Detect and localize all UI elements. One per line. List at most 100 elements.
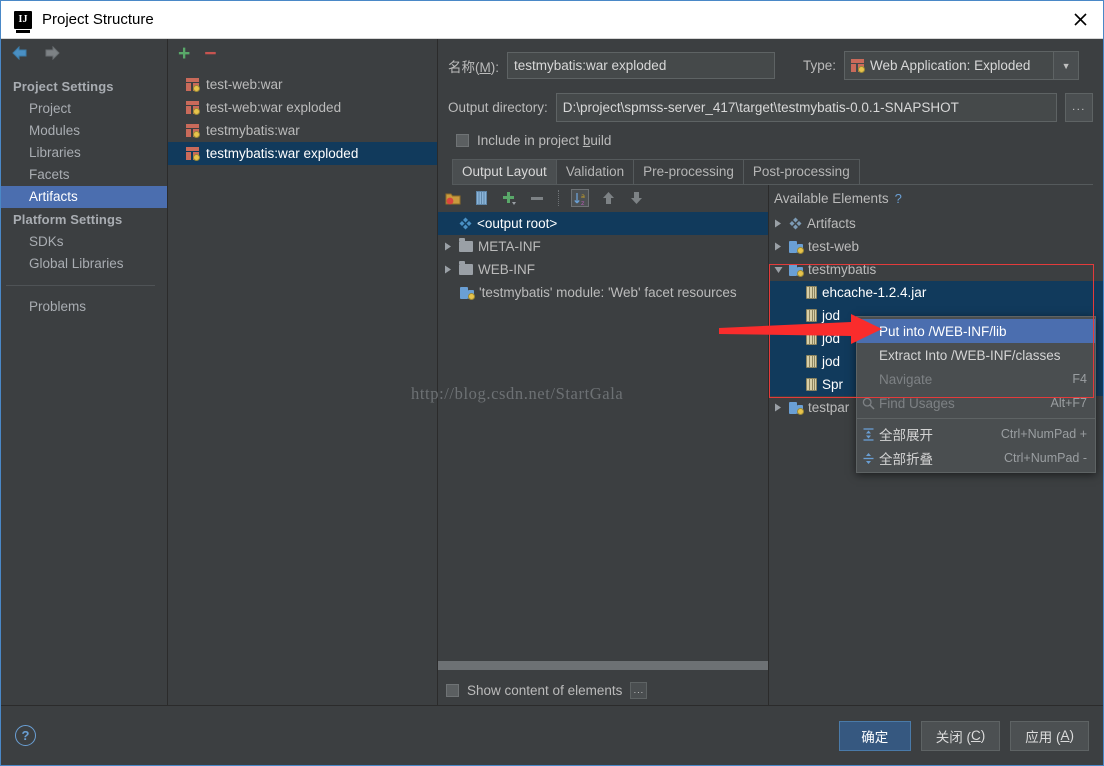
add-directory-button[interactable]	[444, 189, 462, 207]
triangle-right-icon	[775, 403, 781, 412]
artifact-name-input[interactable]: testmybatis:war exploded	[507, 52, 775, 79]
artifact-item[interactable]: testmybatis:war	[168, 119, 437, 142]
sidebar-item-problems[interactable]: Problems	[1, 296, 167, 318]
menu-item-collapse-all[interactable]: 全部折叠 Ctrl+NumPad -	[857, 446, 1095, 470]
expand-collapse-twisty[interactable]	[442, 265, 454, 274]
scrollbar-track[interactable]	[438, 661, 768, 670]
horizontal-scrollbar[interactable]	[438, 661, 768, 675]
move-down-button[interactable]	[627, 189, 645, 207]
sidebar-item-sdks[interactable]: SDKs	[1, 231, 167, 253]
help-button[interactable]: ?	[15, 725, 36, 746]
expand-collapse-twisty[interactable]	[772, 242, 784, 251]
minus-icon	[531, 197, 543, 200]
menu-item-shortcut: Ctrl+NumPad -	[1003, 451, 1087, 465]
menu-item-navigate[interactable]: Navigate F4	[857, 367, 1095, 391]
add-element-button[interactable]	[500, 189, 518, 207]
expand-collapse-twisty[interactable]	[442, 242, 454, 251]
artifact-item[interactable]: test-web:war exploded	[168, 96, 437, 119]
include-in-build-row[interactable]: Include in project build	[448, 133, 1093, 148]
module-icon	[460, 286, 475, 300]
sidebar-item-facets[interactable]: Facets	[1, 164, 167, 186]
collapse-all-icon	[861, 451, 875, 465]
artifact-item-selected[interactable]: testmybatis:war exploded	[168, 142, 437, 165]
tree-node-label: jod	[822, 331, 841, 346]
add-archive-button[interactable]	[472, 189, 490, 207]
chevron-down-icon[interactable]: ▼	[1053, 52, 1079, 79]
artifact-item-label: test-web:war exploded	[206, 100, 342, 115]
menu-item-put-into-web-inf-lib[interactable]: Put into /WEB-INF/lib	[857, 319, 1095, 343]
tree-node-testmybatis[interactable]: testmybatis	[768, 258, 1103, 281]
arrow-up-icon	[602, 192, 614, 204]
sidebar-item-modules[interactable]: Modules	[1, 120, 167, 142]
remove-artifact-button[interactable]: −	[204, 43, 216, 64]
artifact-item-label: testmybatis:war exploded	[206, 146, 359, 161]
sidebar-item-libraries[interactable]: Libraries	[1, 142, 167, 164]
tab-output-layout[interactable]: Output Layout	[452, 159, 557, 184]
show-content-checkbox[interactable]	[446, 683, 459, 697]
tree-node-meta-inf[interactable]: META-INF	[438, 235, 768, 258]
tab-post-processing[interactable]: Post-processing	[742, 159, 860, 184]
remove-element-button[interactable]	[528, 189, 546, 207]
sidebar-item-artifacts[interactable]: Artifacts	[1, 186, 167, 208]
show-content-label: Show content of elements	[467, 682, 623, 698]
tree-node-artifacts[interactable]: Artifacts	[768, 212, 1103, 235]
tree-node-web-inf[interactable]: WEB-INF	[438, 258, 768, 281]
browse-output-directory-button[interactable]: ...	[1065, 93, 1093, 122]
artifact-form: 名称(M): testmybatis:war exploded Type: We…	[438, 39, 1103, 185]
jar-icon	[806, 378, 817, 391]
arrow-right-icon	[45, 46, 60, 60]
output-directory-input[interactable]: D:\project\spmss-server_417\target\testm…	[555, 93, 1057, 122]
ok-button[interactable]: 确定	[838, 720, 911, 751]
tree-node-module-facet-resources[interactable]: 'testmybatis' module: 'Web' facet resour…	[438, 281, 768, 304]
arrow-left-icon	[12, 46, 27, 60]
sidebar-item-project[interactable]: Project	[1, 98, 167, 120]
sort-alphabetically-button[interactable]: a z	[571, 189, 589, 207]
artifact-type-select[interactable]: Web Application: Exploded ▼	[844, 51, 1080, 80]
artifact-war-icon	[186, 124, 200, 138]
move-up-button[interactable]	[599, 189, 617, 207]
folder-icon	[459, 238, 473, 252]
tree-node-label: Spr	[822, 377, 844, 392]
sort-az-icon: a z	[573, 192, 585, 206]
toolbar-separator	[558, 190, 559, 206]
help-icon[interactable]: ?	[895, 191, 902, 206]
expand-collapse-twisty[interactable]	[772, 403, 784, 412]
output-directory-label: Output directory:	[448, 100, 548, 115]
artifact-war-icon	[851, 59, 866, 73]
sidebar-group-project-settings: Project Settings	[13, 79, 114, 94]
tree-node-jar[interactable]: ehcache-1.2.4.jar	[768, 281, 1103, 304]
apply-button[interactable]: 应用 (A)	[1010, 720, 1089, 751]
menu-item-shortcut: Ctrl+NumPad +	[1000, 427, 1087, 441]
forward-button[interactable]	[43, 46, 61, 60]
jar-icon	[806, 309, 817, 322]
menu-item-extract-into-web-inf-classes[interactable]: Extract Into /WEB-INF/classes	[857, 343, 1095, 367]
artifact-item[interactable]: test-web:war	[168, 73, 437, 96]
sidebar-divider	[6, 285, 155, 286]
tab-validation[interactable]: Validation	[555, 159, 635, 184]
plus-dropdown-icon	[503, 192, 516, 205]
close-window-button[interactable]	[1057, 1, 1103, 39]
back-button[interactable]	[11, 46, 29, 60]
tree-node-test-web[interactable]: test-web	[768, 235, 1103, 258]
output-layout-toolbar: a z	[438, 185, 768, 211]
svg-text:z: z	[581, 199, 585, 206]
include-in-build-checkbox[interactable]	[456, 134, 469, 147]
artifact-war-icon	[186, 147, 200, 161]
tree-node-label: Artifacts	[807, 216, 856, 231]
archive-icon	[475, 191, 487, 205]
menu-item-find-usages[interactable]: Find Usages Alt+F7	[857, 391, 1095, 415]
expand-collapse-twisty[interactable]	[772, 219, 784, 228]
menu-item-label: Extract Into /WEB-INF/classes	[879, 347, 1061, 363]
sidebar-item-global-libraries[interactable]: Global Libraries	[1, 253, 167, 275]
scrollbar-thumb[interactable]	[438, 661, 768, 670]
tab-pre-processing[interactable]: Pre-processing	[633, 159, 744, 184]
menu-item-label: Put into /WEB-INF/lib	[879, 323, 1007, 339]
tree-node-label: test-web	[808, 239, 860, 254]
tree-node-label: 'testmybatis' module: 'Web' facet resour…	[479, 285, 737, 300]
add-artifact-button[interactable]: +	[178, 43, 190, 64]
show-content-options-button[interactable]: ...	[630, 681, 648, 699]
cancel-button[interactable]: 关闭 (C)	[920, 720, 1001, 751]
expand-collapse-twisty[interactable]	[772, 266, 784, 274]
tree-node-output-root[interactable]: <output root>	[438, 212, 768, 235]
menu-item-expand-all[interactable]: 全部展开 Ctrl+NumPad +	[857, 422, 1095, 446]
